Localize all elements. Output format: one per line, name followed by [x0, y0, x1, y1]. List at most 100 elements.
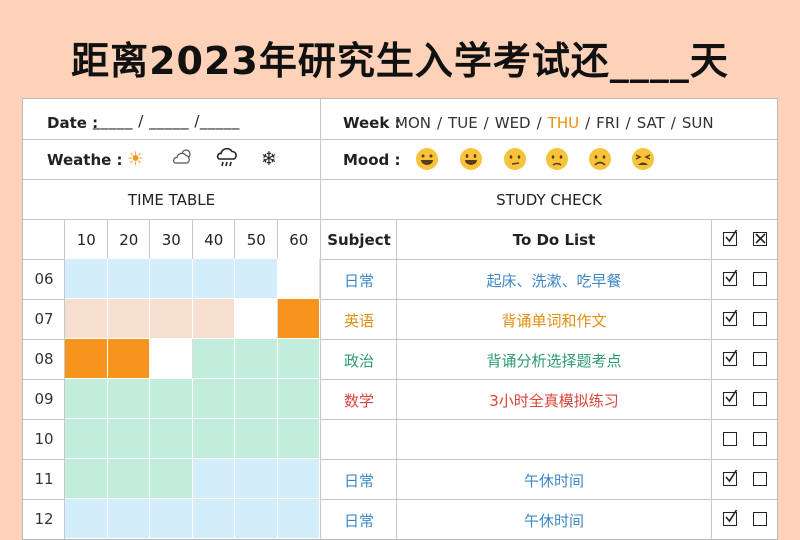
not-done-checkbox[interactable]: [753, 272, 767, 286]
time-slot[interactable]: [107, 339, 150, 379]
time-slot[interactable]: [277, 419, 320, 459]
time-slot[interactable]: [235, 259, 278, 299]
week-label: Week :: [343, 114, 401, 132]
weekday-thu[interactable]: THU: [548, 114, 579, 132]
time-slot[interactable]: [150, 259, 193, 299]
time-slot[interactable]: [235, 339, 278, 379]
neutral-face-icon[interactable]: [503, 147, 527, 171]
time-slot[interactable]: [65, 299, 108, 339]
snowflake-icon[interactable]: ❄: [261, 148, 277, 170]
divider: [64, 219, 65, 539]
weekday-sun[interactable]: SUN: [682, 114, 714, 132]
time-slot[interactable]: [150, 459, 193, 499]
subject-cell: 日常: [343, 512, 374, 530]
weekday-mon[interactable]: MON: [395, 114, 431, 132]
cloudy-sun-icon[interactable]: [171, 146, 195, 173]
time-slot[interactable]: [235, 299, 278, 339]
date-field[interactable]: _____ / _____ /_____: [93, 112, 240, 130]
weekday-separator: /: [585, 114, 591, 132]
minute-header: 30: [161, 231, 181, 249]
weekday-sat[interactable]: SAT: [637, 114, 665, 132]
weekday-fri[interactable]: FRI: [596, 114, 619, 132]
time-slot[interactable]: [150, 499, 193, 539]
todo-cell: 3小时全真模拟练习: [489, 392, 619, 410]
todo-cell: 午休时间: [523, 472, 584, 490]
done-checkbox[interactable]: [723, 432, 737, 446]
hour-label: 12: [34, 510, 54, 528]
weekday-tue[interactable]: TUE: [448, 114, 478, 132]
time-slot[interactable]: [277, 499, 320, 539]
time-slot[interactable]: [150, 419, 193, 459]
grinning-face-icon[interactable]: [415, 147, 439, 171]
divider: [276, 219, 278, 259]
time-slot[interactable]: [192, 299, 235, 339]
time-slot[interactable]: [150, 339, 193, 379]
sun-icon[interactable]: ☀: [127, 148, 144, 170]
sad-face-icon[interactable]: [588, 147, 612, 171]
time-slot[interactable]: [235, 379, 278, 419]
divider: [191, 219, 193, 259]
distressed-face-icon[interactable]: [631, 147, 655, 171]
time-slot[interactable]: [107, 379, 150, 419]
divider: [23, 179, 777, 180]
done-checkbox[interactable]: [723, 509, 738, 526]
weekday-wed[interactable]: WED: [495, 114, 531, 132]
planner-sheet: Date : _____ / _____ /_____ Week : MON / T…: [22, 98, 778, 540]
not-done-checkbox[interactable]: [753, 472, 767, 486]
time-slot[interactable]: [277, 459, 320, 499]
weekday-separator: /: [436, 114, 443, 132]
time-slot[interactable]: [277, 379, 320, 419]
time-slot[interactable]: [107, 459, 150, 499]
smiling-face-icon[interactable]: [459, 147, 483, 171]
hour-label: 08: [34, 350, 54, 368]
time-slot[interactable]: [107, 299, 150, 339]
divider: [234, 219, 235, 259]
todo-cell: 背诵单词和作文: [501, 312, 607, 330]
time-slot[interactable]: [107, 499, 150, 539]
time-slot[interactable]: [277, 339, 320, 379]
time-slot[interactable]: [277, 259, 320, 299]
time-slot[interactable]: [107, 259, 150, 299]
done-checkbox[interactable]: [723, 349, 738, 366]
time-slot[interactable]: [65, 419, 108, 459]
time-slot[interactable]: [65, 459, 108, 499]
not-done-checkbox[interactable]: [753, 312, 767, 326]
divider: [106, 219, 108, 259]
time-slot[interactable]: [65, 339, 108, 379]
time-slot[interactable]: [192, 259, 235, 299]
time-slot[interactable]: [192, 339, 235, 379]
time-slot[interactable]: [235, 459, 278, 499]
slightly-sad-face-icon[interactable]: [545, 147, 569, 171]
not-done-checkbox[interactable]: [753, 432, 767, 446]
time-slot[interactable]: [277, 299, 320, 339]
crossed-box-icon: [753, 232, 767, 246]
time-slot[interactable]: [192, 499, 235, 539]
done-checkbox[interactable]: [723, 269, 738, 286]
time-slot[interactable]: [65, 379, 108, 419]
time-slot[interactable]: [150, 299, 193, 339]
time-slot[interactable]: [192, 459, 235, 499]
done-checkbox[interactable]: [723, 469, 738, 486]
time-slot[interactable]: [107, 419, 150, 459]
divider: [23, 139, 777, 140]
time-slot[interactable]: [65, 499, 108, 539]
time-slot[interactable]: [235, 499, 278, 539]
hour-label: 11: [34, 470, 54, 488]
subject-cell: 日常: [343, 472, 374, 490]
time-slot[interactable]: [150, 379, 193, 419]
date-label: Date :: [47, 114, 99, 132]
time-slot[interactable]: [235, 419, 278, 459]
not-done-checkbox[interactable]: [753, 512, 767, 526]
not-done-checkbox[interactable]: [753, 352, 767, 366]
done-checkbox[interactable]: [723, 389, 738, 406]
hour-label: 09: [34, 390, 54, 408]
todo-header: To Do List: [512, 231, 596, 249]
time-slot[interactable]: [192, 379, 235, 419]
not-done-checkbox[interactable]: [753, 392, 767, 406]
time-slot[interactable]: [192, 419, 235, 459]
done-checkbox[interactable]: [723, 309, 738, 326]
hour-label: 06: [34, 270, 54, 288]
rain-cloud-icon[interactable]: [215, 146, 239, 175]
time-slot[interactable]: [65, 259, 108, 299]
page-title: 距离2023年研究生入学考试还____天: [71, 39, 729, 83]
